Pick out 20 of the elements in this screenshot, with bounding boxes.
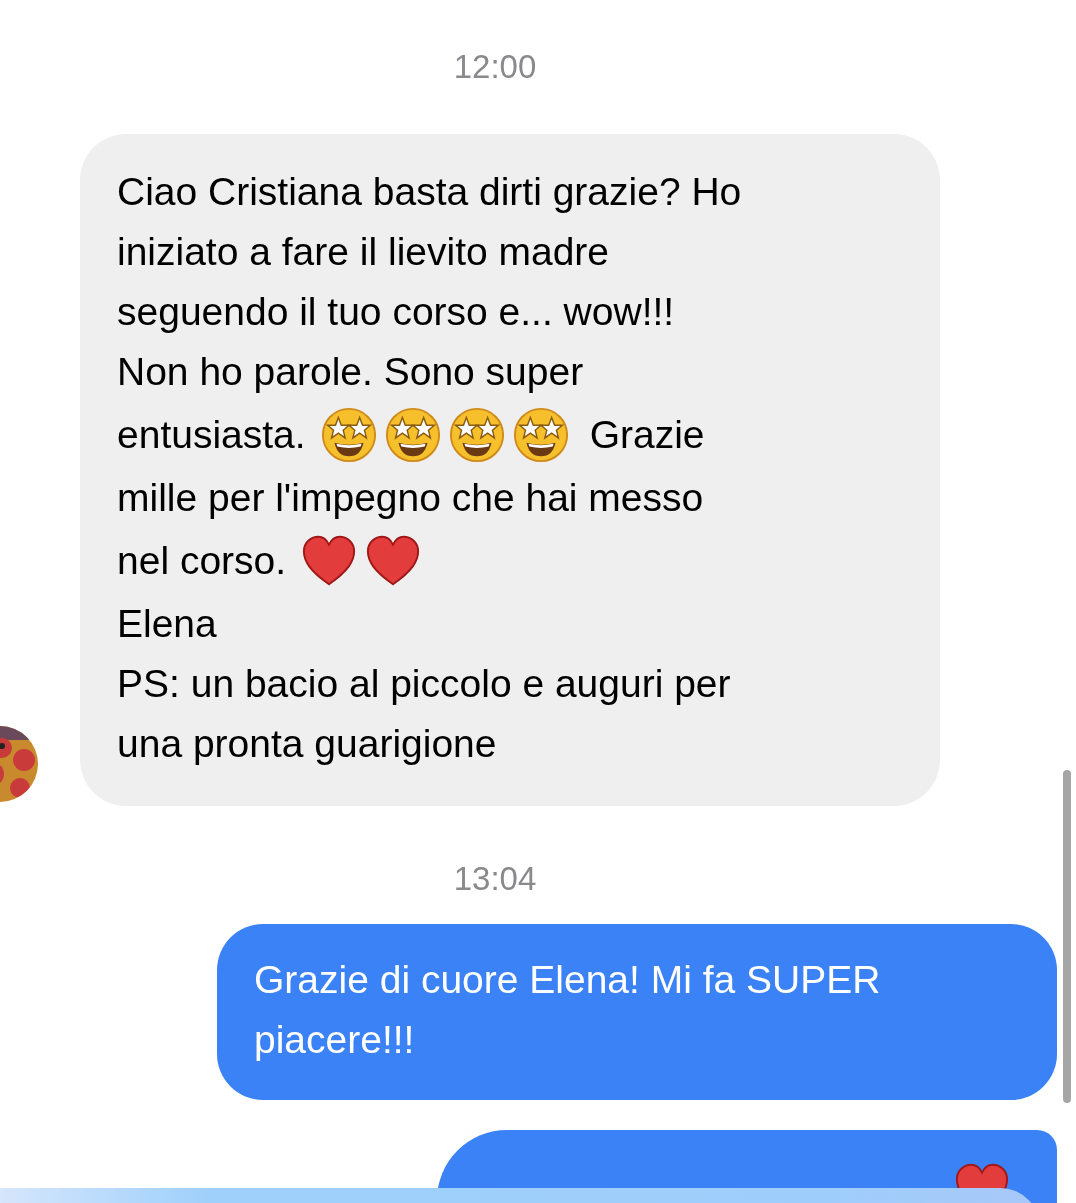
message-text: Non ho parole. Sono super <box>117 349 584 395</box>
message-text: PS: un bacio al piccolo e auguri per <box>117 661 731 707</box>
scrollbar[interactable] <box>1063 770 1071 1103</box>
message-text: Grazie <box>589 412 705 458</box>
timestamp: 13:04 <box>453 859 537 899</box>
message-text: mille per l'impegno che hai messo <box>117 475 704 521</box>
message-text: entusiasta. <box>117 412 306 458</box>
star-struck-emoji-icon <box>511 406 570 464</box>
message-text: seguendo il tuo corso e... wow!!! <box>117 289 675 335</box>
message-text: iniziato a fare il lievito madre <box>117 229 610 275</box>
message-text: Grazie di cuore Elena! Mi fa SUPER <box>254 957 881 1003</box>
message-text: Elena <box>117 601 217 647</box>
message-text: piacere!!! <box>254 1017 415 1063</box>
star-struck-emoji-icon <box>319 406 378 464</box>
star-struck-emoji-icon <box>383 406 442 464</box>
message-text: una pronta guarigione <box>117 721 497 767</box>
message-text: nel corso. <box>117 538 287 584</box>
message-text: Ciao Cristiana basta dirti grazie? Ho <box>117 169 742 215</box>
star-struck-emoji-icon <box>447 406 506 464</box>
timestamp: 12:00 <box>453 47 537 87</box>
